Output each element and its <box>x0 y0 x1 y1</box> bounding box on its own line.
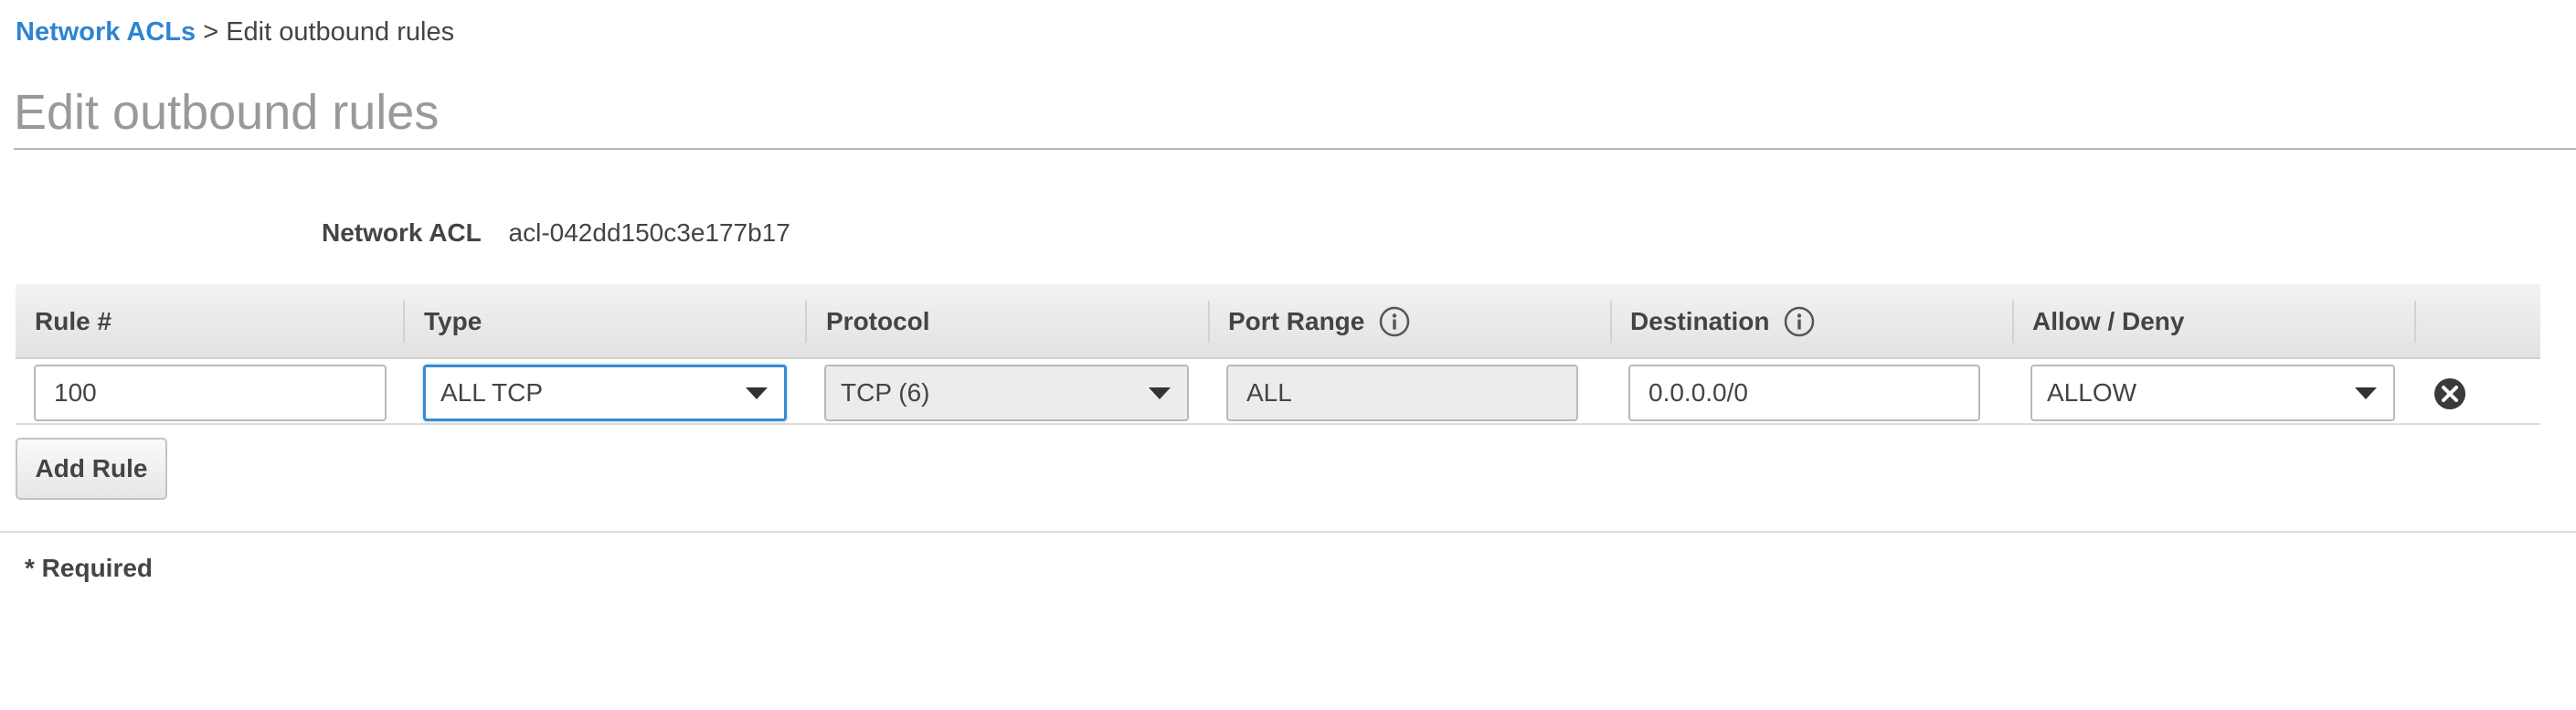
column-divider <box>2012 301 2014 343</box>
remove-rule-icon[interactable] <box>2433 376 2467 411</box>
allow-deny-value: ALLOW <box>2047 378 2137 407</box>
info-icon[interactable] <box>1784 306 1815 337</box>
add-rule-button[interactable]: Add Rule <box>16 438 167 500</box>
breadcrumb: Network ACLs > Edit outbound rules <box>16 16 454 48</box>
port-range-input[interactable]: ALL <box>1226 365 1578 421</box>
page-title: Edit outbound rules <box>14 85 440 140</box>
column-header-rule-number: Rule # <box>35 307 112 335</box>
title-divider <box>14 148 2576 150</box>
footer-divider <box>0 531 2576 533</box>
destination-input[interactable]: 0.0.0.0/0 <box>1628 365 1980 421</box>
network-acl-label: Network ACL <box>322 218 482 247</box>
column-divider <box>403 301 405 343</box>
destination-value: 0.0.0.0/0 <box>1648 378 1748 407</box>
network-acl-info: Network ACL acl-042dd150c3e177b17 <box>322 217 790 249</box>
info-icon[interactable] <box>1379 306 1410 337</box>
chevron-down-icon <box>1149 387 1171 399</box>
breadcrumb-network-acls-link[interactable]: Network ACLs <box>16 17 196 47</box>
table-row: 100 ALL TCP TCP (6) ALL 0.0.0.0/0 ALLOW <box>16 359 2540 425</box>
port-range-value: ALL <box>1246 378 1292 407</box>
type-value: ALL TCP <box>440 378 544 407</box>
required-note: * Required <box>25 554 154 582</box>
breadcrumb-current: Edit outbound rules <box>226 17 455 47</box>
column-divider <box>1208 301 1210 343</box>
column-divider <box>1610 301 1612 343</box>
column-header-type: Type <box>424 307 482 335</box>
chevron-down-icon <box>746 387 768 399</box>
edit-outbound-rules-page: Network ACLs > Edit outbound rules Edit … <box>0 0 2576 710</box>
type-select[interactable]: ALL TCP <box>423 365 787 421</box>
column-divider <box>805 301 807 343</box>
rule-number-input[interactable]: 100 <box>34 365 387 421</box>
rules-table-header: Rule # Type Protocol Port Range Destinat… <box>16 284 2540 359</box>
breadcrumb-separator: > <box>203 17 219 47</box>
rule-number-value: 100 <box>54 378 97 407</box>
column-header-allow-deny: Allow / Deny <box>2032 307 2185 335</box>
column-header-destination: Destination <box>1630 284 1815 359</box>
chevron-down-icon <box>2355 387 2377 399</box>
network-acl-id: acl-042dd150c3e177b17 <box>508 218 790 247</box>
column-header-port-range-label: Port Range <box>1228 307 1365 335</box>
protocol-select[interactable]: TCP (6) <box>824 365 1189 421</box>
column-header-destination-label: Destination <box>1630 307 1770 335</box>
column-header-port-range: Port Range <box>1228 284 1410 359</box>
allow-deny-select[interactable]: ALLOW <box>2030 365 2395 421</box>
protocol-value: TCP (6) <box>841 378 930 407</box>
column-header-protocol: Protocol <box>826 307 930 335</box>
column-divider <box>2414 301 2416 343</box>
